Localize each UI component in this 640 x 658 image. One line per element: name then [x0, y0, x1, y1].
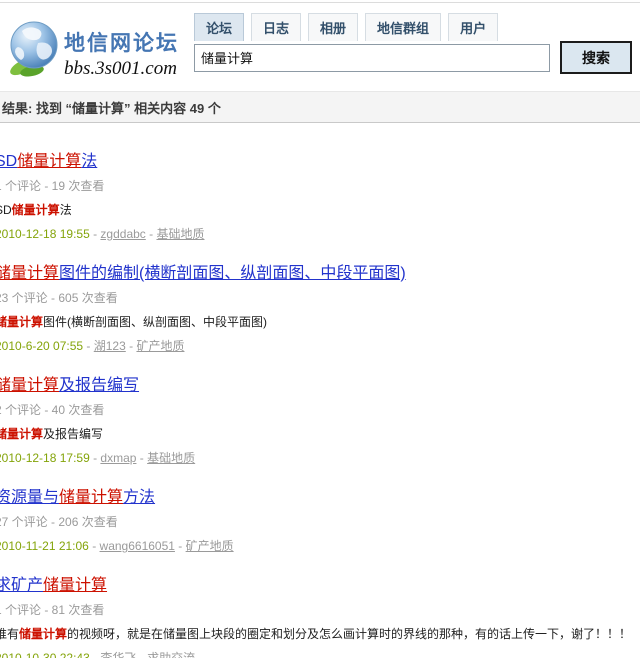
page-header: 地信网论坛 bbs.3s001.com 论坛 日志 相册 地信群组 用户 搜索 [0, 3, 640, 84]
result-date: 2010-6-20 07:55 [0, 339, 83, 353]
result-category-link[interactable]: 求助交流 [147, 651, 195, 658]
tab-users[interactable]: 用户 [448, 13, 498, 41]
search-row: 搜索 [194, 41, 632, 74]
result-meta-line: 2010-11-21 21:06 - wang6616051 - 矿产地质 [0, 537, 640, 554]
results-list: SD储量计算法 1 个评论 - 19 次查看 SD储量计算法 2010-12-1… [0, 123, 640, 658]
result-title: 资源量与储量计算方法 [0, 483, 640, 507]
result-meta-line: 2010-12-18 17:59 - dxmap - 基础地质 [0, 449, 640, 466]
result-date: 2010-10-30 22:43 [0, 651, 90, 658]
result-stats: 23 个评论 - 605 次查看 [0, 289, 640, 306]
result-category-link[interactable]: 矿产地质 [136, 339, 184, 353]
result-meta-line: 2010-6-20 07:55 - 湖123 - 矿产地质 [0, 337, 640, 354]
search-input[interactable] [194, 44, 550, 72]
tab-blog[interactable]: 日志 [251, 13, 301, 41]
result-snippet: 储量计算及报告编写 [0, 425, 640, 442]
result-snippet: 谁有储量计算的视频呀，就是在储量图上块段的圈定和划分及怎么画计算时的界线的那种，… [0, 625, 640, 642]
globe-leaves-icon [8, 19, 60, 77]
search-result-item: 储量计算图件的编制(横断剖面图、纵剖面图、中段平面图) 23 个评论 - 605… [0, 259, 640, 354]
search-area: 论坛 日志 相册 地信群组 用户 搜索 [194, 13, 632, 74]
result-stats: 2 个评论 - 40 次查看 [0, 401, 640, 418]
result-date: 2010-11-21 21:06 [0, 539, 89, 553]
search-result-item: 储量计算及报告编写 2 个评论 - 40 次查看 储量计算及报告编写 2010-… [0, 371, 640, 466]
result-title-link[interactable]: 资源量与储量计算方法 [0, 489, 155, 506]
result-stats: 1 个评论 - 81 次查看 [0, 601, 640, 618]
site-logo-text: 地信网论坛 bbs.3s001.com [64, 27, 179, 80]
result-author-link[interactable]: dxmap [100, 451, 136, 465]
result-author-link[interactable]: 湖123 [94, 339, 126, 353]
site-domain: bbs.3s001.com [64, 58, 179, 80]
result-category-link[interactable]: 基础地质 [147, 451, 195, 465]
result-date: 2010-12-18 17:59 [0, 451, 90, 465]
search-button[interactable]: 搜索 [560, 41, 632, 74]
result-category-link[interactable]: 基础地质 [156, 227, 204, 241]
result-author-link[interactable]: wang6616051 [100, 539, 175, 553]
result-meta-line: 2010-10-30 22:43 - 李华飞 - 求助交流 [0, 649, 640, 658]
result-snippet: SD储量计算法 [0, 201, 640, 218]
result-snippet: 储量计算图件(横断剖面图、纵剖面图、中段平面图) [0, 313, 640, 330]
result-title: SD储量计算法 [0, 147, 640, 171]
tab-forum[interactable]: 论坛 [194, 13, 244, 41]
result-meta-line: 2010-12-18 19:55 - zgddabc - 基础地质 [0, 225, 640, 242]
result-title: 求矿产储量计算 [0, 571, 640, 595]
search-result-item: 资源量与储量计算方法 27 个评论 - 206 次查看 2010-11-21 2… [0, 483, 640, 554]
site-title: 地信网论坛 [64, 27, 179, 57]
result-date: 2010-12-18 19:55 [0, 227, 90, 241]
result-stats: 27 个评论 - 206 次查看 [0, 513, 640, 530]
result-stats: 1 个评论 - 19 次查看 [0, 177, 640, 194]
result-title-link[interactable]: 储量计算图件的编制(横断剖面图、纵剖面图、中段平面图) [0, 265, 406, 282]
tab-groups[interactable]: 地信群组 [365, 13, 441, 41]
tab-album[interactable]: 相册 [308, 13, 358, 41]
result-author-link[interactable]: 李华飞 [100, 651, 136, 658]
search-result-item: 求矿产储量计算 1 个评论 - 81 次查看 谁有储量计算的视频呀，就是在储量图… [0, 571, 640, 658]
result-title: 储量计算及报告编写 [0, 371, 640, 395]
result-summary-bar: 结果: 找到 “储量计算” 相关内容 49 个 [0, 91, 640, 123]
search-result-item: SD储量计算法 1 个评论 - 19 次查看 SD储量计算法 2010-12-1… [0, 147, 640, 242]
result-author-link[interactable]: zgddabc [100, 227, 145, 241]
result-title: 储量计算图件的编制(横断剖面图、纵剖面图、中段平面图) [0, 259, 640, 283]
result-category-link[interactable]: 矿产地质 [186, 539, 234, 553]
search-scope-tabs: 论坛 日志 相册 地信群组 用户 [194, 13, 632, 41]
result-title-link[interactable]: 求矿产储量计算 [0, 577, 107, 594]
result-title-link[interactable]: 储量计算及报告编写 [0, 377, 139, 394]
site-logo[interactable]: 地信网论坛 bbs.3s001.com [8, 13, 190, 80]
result-title-link[interactable]: SD储量计算法 [0, 153, 97, 170]
